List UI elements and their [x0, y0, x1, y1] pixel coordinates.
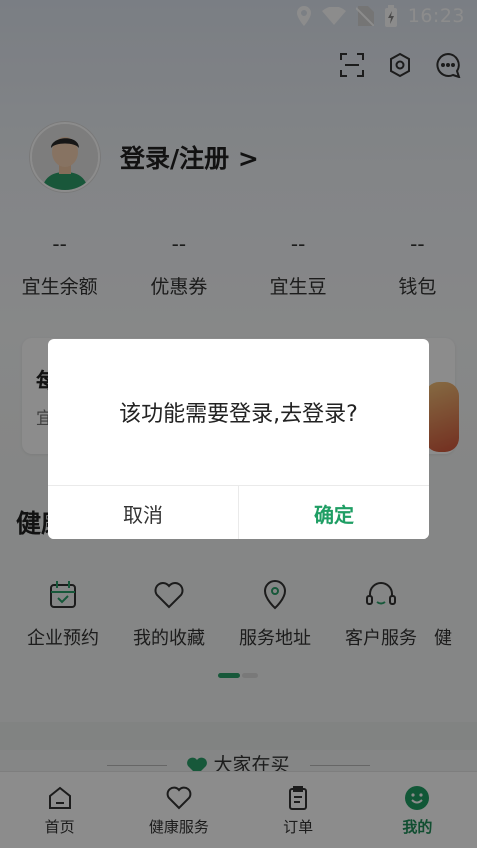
cancel-button[interactable]: 取消: [48, 486, 239, 539]
dialog-message: 该功能需要登录,去登录?: [48, 339, 429, 486]
confirm-button[interactable]: 确定: [239, 486, 429, 539]
login-required-dialog: 该功能需要登录,去登录? 取消 确定: [48, 339, 429, 539]
dialog-actions: 取消 确定: [48, 486, 429, 539]
